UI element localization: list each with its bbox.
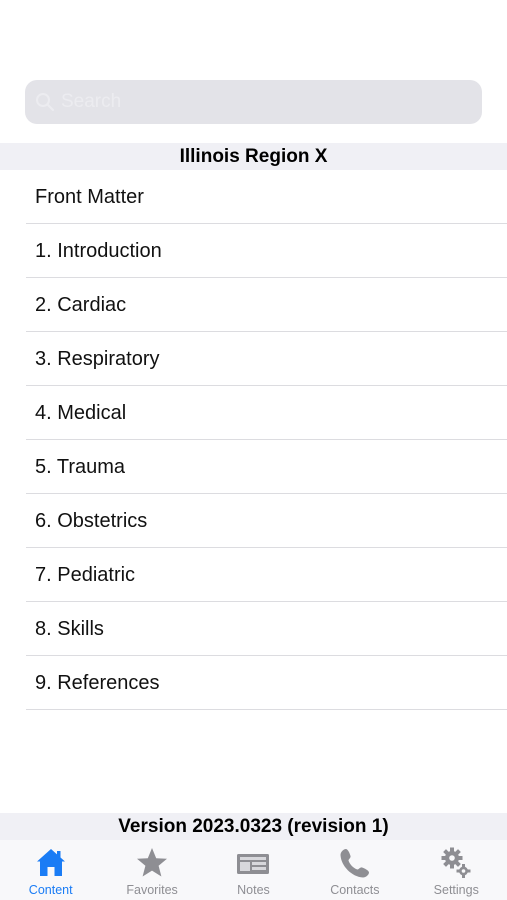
toc-item-trauma[interactable]: 5. Trauma <box>0 440 507 494</box>
toc-item-label: 5. Trauma <box>35 456 126 478</box>
toc-item-skills[interactable]: 8. Skills <box>0 602 507 656</box>
tab-settings[interactable]: Settings <box>406 840 506 900</box>
tab-label: Contacts <box>330 883 380 897</box>
toc-item-label: 6. Obstetrics <box>35 510 148 532</box>
toc-item-introduction[interactable]: 1. Introduction <box>0 224 507 278</box>
tab-label: Settings <box>433 883 479 897</box>
toc-item-references[interactable]: 9. References <box>0 656 507 710</box>
tab-notes[interactable]: Notes <box>203 840 303 900</box>
toc-item-label: 4. Medical <box>35 402 127 424</box>
toc-item-respiratory[interactable]: 3. Respiratory <box>0 332 507 386</box>
toc-item-front-matter[interactable]: Front Matter <box>0 170 507 224</box>
star-icon <box>137 848 168 877</box>
tab-content[interactable]: Content <box>1 840 101 900</box>
search-bar[interactable] <box>25 80 482 124</box>
toc-item-label: 2. Cardiac <box>35 294 127 316</box>
toc-item-obstetrics[interactable]: 6. Obstetrics <box>0 494 507 548</box>
toc-item-cardiac[interactable]: 2. Cardiac <box>0 278 507 332</box>
phone-icon <box>340 849 369 878</box>
house-icon <box>36 849 65 876</box>
toc-item-label: 7. Pediatric <box>35 564 136 586</box>
gears-icon <box>441 847 471 878</box>
toc-item-label: 9. References <box>35 672 160 694</box>
notes-icon <box>237 854 270 874</box>
toc-item-medical[interactable]: 4. Medical <box>0 386 507 440</box>
tab-bar: Content Favorites Notes Contacts Setting… <box>0 840 507 900</box>
version-footer: Version 2023.0323 (revision 1) <box>0 813 507 840</box>
tab-favorites[interactable]: Favorites <box>102 840 202 900</box>
section-header: Illinois Region X <box>0 143 507 170</box>
toc-item-label: 1. Introduction <box>35 240 162 262</box>
toc-item-label: 3. Respiratory <box>35 348 160 370</box>
toc-item-label: 8. Skills <box>35 618 104 640</box>
toc-item-label: Front Matter <box>35 186 144 208</box>
tab-label: Favorites <box>126 883 178 897</box>
tab-contacts[interactable]: Contacts <box>305 840 405 900</box>
search-icon <box>36 93 55 112</box>
tab-label: Notes <box>237 883 270 897</box>
tab-label: Content <box>28 883 73 897</box>
toc-item-pediatric[interactable]: 7. Pediatric <box>0 548 507 602</box>
toc-list: Front Matter 1. Introduction 2. Cardiac … <box>0 170 507 710</box>
app-screen: Illinois Region X Front Matter 1. Introd… <box>0 0 507 900</box>
search-input[interactable] <box>61 80 471 124</box>
